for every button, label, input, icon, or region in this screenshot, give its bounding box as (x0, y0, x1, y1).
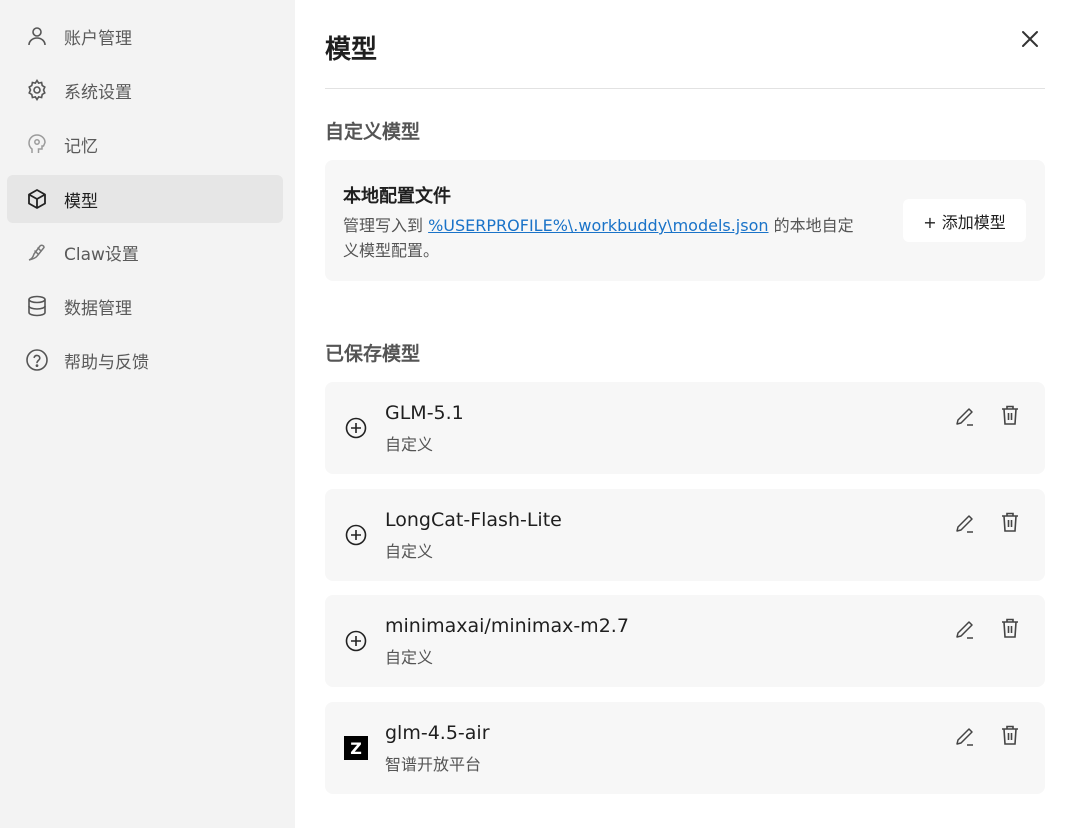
model-card: GLM-5.1 自定义 (325, 382, 1045, 474)
delete-model-button[interactable] (998, 616, 1022, 640)
plus-circle-icon (344, 416, 368, 440)
plus-circle-icon (344, 523, 368, 547)
add-model-button[interactable]: + 添加模型 (903, 199, 1026, 242)
edit-model-button[interactable] (953, 617, 977, 641)
sidebar-item-label: Claw设置 (64, 244, 139, 265)
edit-model-button[interactable] (953, 404, 977, 428)
delete-model-button[interactable] (998, 510, 1022, 534)
config-card-description: 管理写入到 %USERPROFILE%\.workbuddy\models.js… (343, 213, 863, 263)
plus-circle-icon (344, 629, 368, 653)
pencil-icon (956, 408, 973, 426)
zhipu-logo-icon: Z (344, 736, 368, 760)
claw-icon (25, 240, 49, 264)
database-icon (25, 294, 49, 318)
cube-icon (25, 187, 49, 211)
trash-icon (1002, 618, 1018, 638)
model-provider: 自定义 (385, 542, 434, 561)
model-name: LongCat-Flash-Lite (385, 509, 562, 531)
close-icon (1021, 30, 1039, 52)
close-button[interactable] (1017, 28, 1043, 54)
sidebar-item-help-feedback[interactable]: 帮助与反馈 (7, 336, 283, 384)
page-title: 模型 (325, 35, 378, 65)
sidebar-item-models[interactable]: 模型 (7, 175, 283, 223)
main-panel: 模型 自定义模型 本地配置文件 管理写入到 %USERPROFILE%\.wor… (295, 0, 1071, 828)
header-divider (325, 88, 1045, 89)
model-provider: 智谱开放平台 (385, 755, 482, 774)
model-provider: 自定义 (385, 648, 434, 667)
model-card: LongCat-Flash-Lite 自定义 (325, 489, 1045, 581)
local-config-card: 本地配置文件 管理写入到 %USERPROFILE%\.workbuddy\mo… (325, 160, 1045, 281)
desc-prefix: 管理写入到 (343, 216, 429, 235)
model-name: minimaxai/minimax-m2.7 (385, 615, 629, 637)
models-json-link[interactable]: %USERPROFILE%\.workbuddy\models.json (428, 216, 768, 235)
user-icon (25, 24, 49, 48)
gear-icon (25, 78, 49, 102)
sidebar-item-label: 帮助与反馈 (64, 352, 149, 373)
model-card: Z glm-4.5-air 智谱开放平台 (325, 702, 1045, 794)
memory-head-icon (25, 132, 49, 156)
settings-window: 账户管理 系统设置 记忆 模型 Claw设置 数据管理 帮助与反馈 模型 自定义… (0, 0, 1071, 828)
sidebar-item-label: 数据管理 (64, 298, 132, 319)
edit-model-button[interactable] (953, 511, 977, 535)
trash-icon (1002, 725, 1018, 745)
sidebar-item-data-management[interactable]: 数据管理 (7, 282, 283, 330)
sidebar-item-memory[interactable]: 记忆 (7, 120, 283, 168)
trash-icon (1002, 405, 1018, 425)
config-card-title: 本地配置文件 (343, 186, 451, 207)
sidebar-item-label: 系统设置 (64, 82, 132, 103)
sidebar-item-claw-settings[interactable]: Claw设置 (7, 228, 283, 276)
delete-model-button[interactable] (998, 723, 1022, 747)
model-card: minimaxai/minimax-m2.7 自定义 (325, 595, 1045, 687)
pencil-icon (956, 728, 973, 746)
pencil-icon (956, 515, 973, 533)
sidebar-item-label: 账户管理 (64, 28, 132, 49)
model-provider: 自定义 (385, 435, 434, 454)
zhipu-logo-letter: Z (344, 736, 368, 760)
edit-model-button[interactable] (953, 724, 977, 748)
pencil-icon (956, 621, 973, 639)
custom-models-section-title: 自定义模型 (325, 121, 421, 143)
sidebar: 账户管理 系统设置 记忆 模型 Claw设置 数据管理 帮助与反馈 (0, 0, 295, 828)
sidebar-item-label: 模型 (64, 191, 98, 212)
help-icon (25, 348, 49, 372)
model-name: glm-4.5-air (385, 722, 490, 744)
model-name: GLM-5.1 (385, 402, 464, 424)
trash-icon (1002, 512, 1018, 532)
delete-model-button[interactable] (998, 403, 1022, 427)
sidebar-item-account[interactable]: 账户管理 (7, 12, 283, 60)
sidebar-item-system-settings[interactable]: 系统设置 (7, 66, 283, 114)
saved-models-section-title: 已保存模型 (325, 343, 421, 365)
sidebar-item-label: 记忆 (64, 136, 98, 157)
